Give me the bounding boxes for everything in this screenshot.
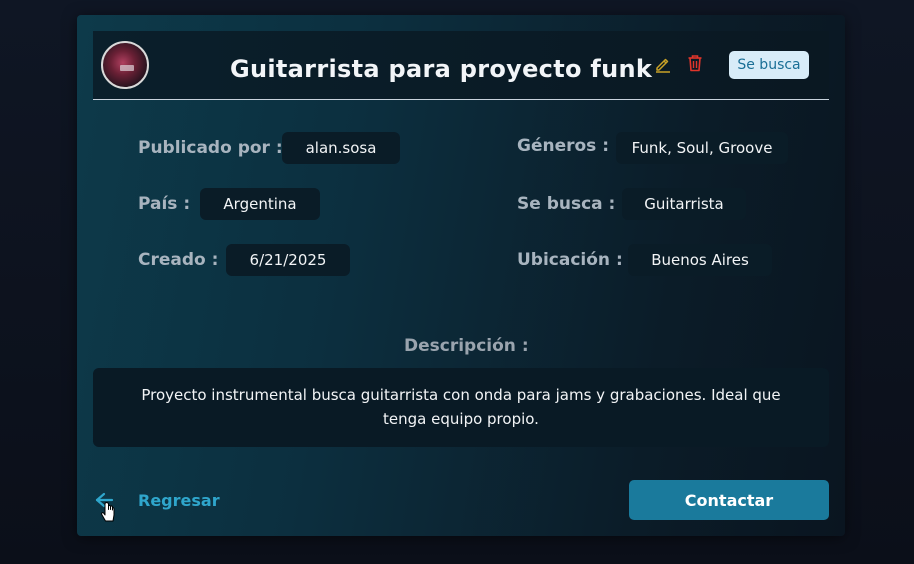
post-header: Guitarrista para proyecto funk Se busca <box>93 31 829 100</box>
pencil-icon[interactable] <box>654 55 672 73</box>
genres-label: Géneros : <box>517 136 610 156</box>
country-value: Argentina <box>200 188 320 220</box>
seeking-value: Guitarrista <box>622 188 746 220</box>
location-value: Buenos Aires <box>628 244 772 276</box>
published-by-value: alan.sosa <box>282 132 400 164</box>
created-label: Creado : <box>138 250 219 270</box>
description-text: Proyecto instrumental busca guitarrista … <box>141 386 781 428</box>
back-link[interactable]: Regresar <box>138 491 220 510</box>
contact-button[interactable]: Contactar <box>629 480 829 520</box>
published-by-label: Publicado por : <box>138 138 283 158</box>
post-title: Guitarrista para proyecto funk <box>230 55 653 83</box>
description-label: Descripción : <box>404 336 529 356</box>
created-value: 6/21/2025 <box>226 244 350 276</box>
status-badge: Se busca <box>729 51 809 79</box>
description-box: Proyecto instrumental busca guitarrista … <box>93 368 829 447</box>
location-label: Ubicación : <box>517 250 623 270</box>
avatar[interactable] <box>101 41 149 89</box>
genres-value: Funk, Soul, Groove <box>616 132 788 164</box>
seeking-label: Se busca : <box>517 194 616 214</box>
trash-icon[interactable] <box>687 54 703 72</box>
arrow-left-icon[interactable] <box>94 491 120 525</box>
country-label: País : <box>138 194 191 214</box>
post-detail-card: Guitarrista para proyecto funk Se busca … <box>77 15 845 536</box>
